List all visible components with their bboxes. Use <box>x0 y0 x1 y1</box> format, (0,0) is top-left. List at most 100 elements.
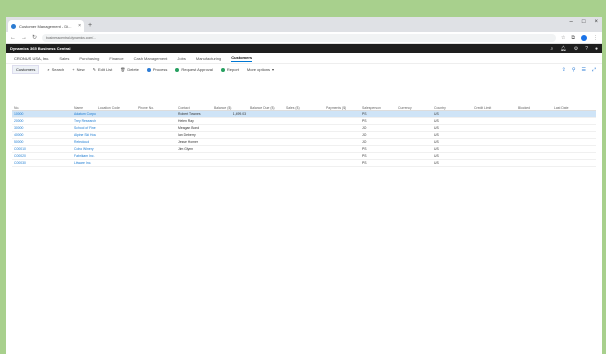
column-header[interactable]: Sales ($) <box>284 101 324 111</box>
table-cell <box>516 117 552 125</box>
close-window-button[interactable]: × <box>594 19 598 25</box>
share-icon[interactable]: ⇪ <box>562 67 566 73</box>
new-button[interactable]: + New <box>72 67 84 72</box>
column-header[interactable]: Location Code <box>96 101 136 111</box>
edit-list-button[interactable]: ✎ Edit List <box>93 67 113 72</box>
forward-icon[interactable]: → <box>21 35 27 41</box>
reload-icon[interactable]: ↻ <box>32 34 37 41</box>
table-cell <box>136 131 176 139</box>
settings-gear-icon[interactable]: ⚙ <box>574 46 578 52</box>
help-icon[interactable]: ? <box>585 46 588 52</box>
column-header[interactable]: Salesperson <box>360 101 396 111</box>
extensions-icon[interactable]: ⧉ <box>571 35 575 41</box>
back-icon[interactable]: ← <box>10 35 16 41</box>
table-cell <box>324 117 360 125</box>
table-cell <box>324 110 360 118</box>
table-cell[interactable]: 30000 <box>12 124 72 132</box>
nav-item-cash-management[interactable]: Cash Management <box>134 56 168 61</box>
column-header[interactable]: Last Date <box>552 101 596 111</box>
report-button[interactable]: Report <box>220 67 239 72</box>
process-button[interactable]: Process <box>146 67 167 72</box>
column-header[interactable]: Name <box>72 101 96 111</box>
more-options-button[interactable]: More options ▾ <box>247 67 274 72</box>
table-cell[interactable]: 50000 <box>12 138 72 146</box>
list-view-icon[interactable]: ☰ <box>582 67 586 73</box>
nav-item-jobs[interactable]: Jobs <box>177 56 185 61</box>
table-cell: JO <box>360 124 396 132</box>
trash-icon: 🗑︎ <box>120 67 126 72</box>
url-input[interactable]: businesscentral.dynamics.com/... <box>42 33 556 42</box>
column-header[interactable]: Payments ($) <box>324 101 360 111</box>
table-cell <box>552 117 596 125</box>
table-cell <box>324 145 360 153</box>
table-cell <box>248 131 284 139</box>
table-cell[interactable]: C00010 <box>12 145 72 153</box>
column-header[interactable]: Currency <box>396 101 432 111</box>
browser-tab[interactable]: Customer Management - Di... × <box>8 20 84 32</box>
minimize-button[interactable]: – <box>570 19 573 25</box>
notifications-icon[interactable]: 🔔︎ <box>560 46 566 52</box>
table-cell: PS <box>360 152 396 160</box>
table-cell <box>552 145 596 153</box>
nav-item-manufacturing[interactable]: Manufacturing <box>196 56 221 61</box>
table-row[interactable]: 40000Alpine Ski House Ian Deberry JO US <box>12 131 596 139</box>
column-header[interactable]: Credit Limit <box>472 101 516 111</box>
plus-icon: + <box>72 67 75 72</box>
column-header[interactable]: Blocked <box>516 101 552 111</box>
page-title[interactable]: Customers <box>12 65 40 74</box>
search-button[interactable]: ⌕ Search <box>47 67 64 72</box>
table-cell <box>136 152 176 160</box>
column-header[interactable]: Balance ($) <box>212 101 248 111</box>
table-cell: JO <box>360 138 396 146</box>
table-row[interactable]: C00020 Fabrikam Inc. PS US <box>12 152 596 160</box>
close-tab-icon[interactable]: × <box>78 23 81 29</box>
table-cell <box>516 131 552 139</box>
delete-button[interactable]: 🗑︎ Delete <box>120 67 139 72</box>
window-controls: – □ × <box>570 19 598 25</box>
table-row[interactable]: 10000Adatum Corporation Robert Townes1,49… <box>12 110 596 118</box>
new-tab-icon[interactable]: + <box>88 20 92 32</box>
process-icon <box>146 67 151 72</box>
nav-item-customers[interactable]: Customers <box>231 55 253 62</box>
column-header[interactable]: No. <box>12 101 72 111</box>
table-cell <box>516 124 552 132</box>
request-approval-button[interactable]: Request Approval <box>175 67 213 72</box>
table-cell <box>212 145 248 153</box>
user-avatar-icon[interactable]: ● <box>595 46 598 52</box>
profile-avatar[interactable] <box>581 34 587 41</box>
maximize-button[interactable]: □ <box>582 19 586 25</box>
column-header[interactable]: Contact <box>176 101 212 111</box>
column-header[interactable]: Balance Due ($) <box>248 101 284 111</box>
column-header[interactable]: Country <box>432 101 472 111</box>
column-header[interactable]: Phone No. <box>136 101 176 111</box>
table-row[interactable]: C00030 Litware Inc. PS US <box>12 159 596 167</box>
filter-icon[interactable]: ⚲ <box>572 67 576 73</box>
table-cell <box>284 131 324 139</box>
table-cell <box>324 152 360 160</box>
table-cell[interactable]: 40000 <box>12 131 72 139</box>
table-cell <box>472 159 516 167</box>
table-cell[interactable]: 20000 <box>12 117 72 125</box>
table-row[interactable]: 50000 Relecloud Jesse Homer JO US <box>12 138 596 146</box>
table-cell[interactable]: 10000 <box>12 110 72 118</box>
expand-icon[interactable]: ⤢ <box>592 67 596 73</box>
table-row[interactable]: 30000School of Fine Art Meagan Bond JO US <box>12 124 596 132</box>
bookmark-star-icon[interactable]: ☆ <box>561 35 565 41</box>
table-cell[interactable]: C00030 <box>12 159 72 167</box>
app-search-icon[interactable]: ⌕ <box>551 46 554 52</box>
table-cell <box>396 159 432 167</box>
table-cell: Robert Townes <box>176 110 212 118</box>
customer-list-table: No. Name Location Code Phone No. Contact… <box>12 101 596 167</box>
table-row[interactable]: C00010 Coho Winery Jim Glynn PS US <box>12 145 596 153</box>
nav-item-sales[interactable]: Sales <box>59 56 69 61</box>
company-name[interactable]: CRONUS USA, Inc. <box>14 56 49 61</box>
nav-item-finance[interactable]: Finance <box>109 56 123 61</box>
table-cell[interactable]: C00020 <box>12 152 72 160</box>
app-name[interactable]: Dynamics 365 Business Central <box>10 46 551 51</box>
table-row[interactable]: 20000 Trey Research Helen Ray PS US <box>12 117 596 125</box>
table-cell <box>284 152 324 160</box>
edit-list-label: Edit List <box>98 67 113 72</box>
nav-item-purchasing[interactable]: Purchasing <box>79 56 99 61</box>
table-cell <box>136 145 176 153</box>
browser-menu-icon[interactable]: ⋮ <box>593 35 598 41</box>
